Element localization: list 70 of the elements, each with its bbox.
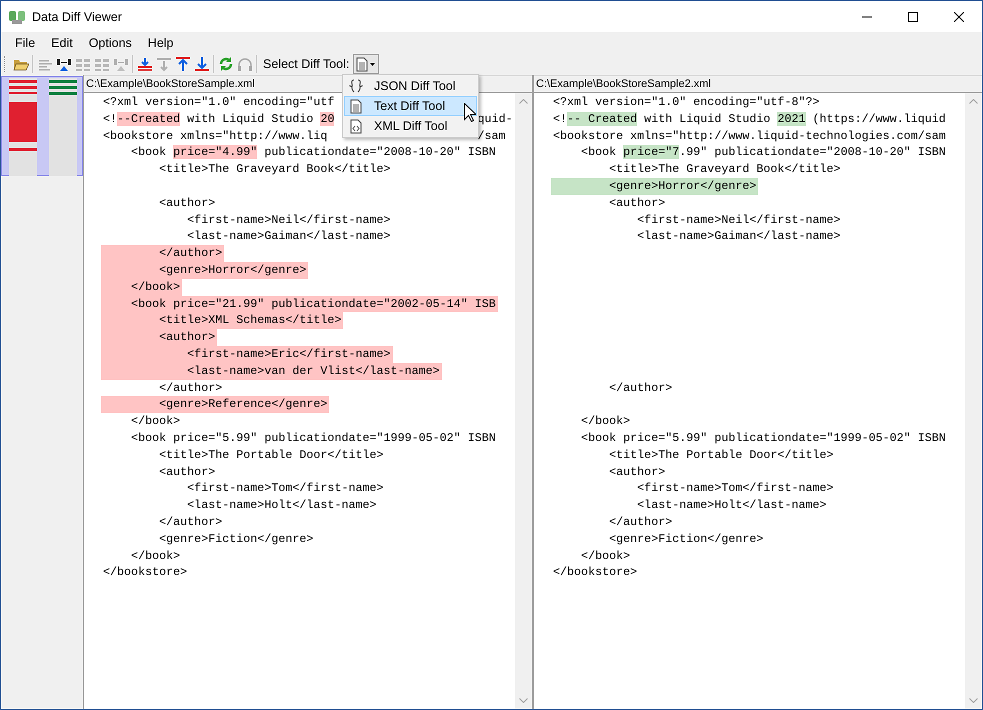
window-title: Data Diff Viewer bbox=[32, 10, 122, 24]
document-icon bbox=[356, 56, 368, 72]
menu-item[interactable]: File bbox=[7, 36, 44, 50]
code-line: <first-name>Neil</first-name> bbox=[636, 212, 842, 228]
code-line: <?xml version="1.0" encoding="utf-8"?> bbox=[552, 94, 821, 111]
code-line: <first-name>Tom</first-name> bbox=[636, 480, 835, 498]
headphones-icon bbox=[236, 56, 252, 72]
code-line: <title>The Portable Door</title> bbox=[158, 446, 385, 464]
code-line: <book price="7.99" publicationdate="2008-10-20" ISBN bbox=[580, 144, 947, 162]
code-line: </book> bbox=[580, 413, 632, 430]
code-line: </bookstore> bbox=[552, 564, 638, 582]
caret-icon bbox=[370, 62, 376, 66]
code-line: <!-- Created with Liquid Studio 2021 (https://www.liquid bbox=[552, 110, 947, 128]
code-line: <last-name>Holt</last-name> bbox=[636, 497, 828, 514]
menu-item[interactable]: Edit bbox=[43, 36, 81, 50]
mouse-cursor-icon bbox=[464, 103, 476, 122]
code-line: <author> bbox=[158, 464, 216, 480]
menu-option[interactable]: Text Diff Tool bbox=[344, 96, 477, 116]
diff-tool-dropdown[interactable] bbox=[353, 54, 380, 74]
code-line: <genre>Fiction</genre> bbox=[608, 530, 764, 548]
code-line: </book> bbox=[130, 548, 182, 564]
close-icon bbox=[954, 12, 964, 22]
code-line: <author> bbox=[158, 194, 216, 212]
menu-option[interactable]: JSON Diff Tool bbox=[344, 76, 477, 96]
code-line: <author> bbox=[608, 194, 666, 212]
code-line: <title>The Graveyard Book</title> bbox=[158, 161, 392, 178]
code-line: <author> bbox=[608, 464, 666, 480]
document-icon bbox=[350, 98, 362, 114]
chevron-up-icon bbox=[969, 99, 978, 104]
code-line: </bookstore> bbox=[102, 564, 188, 582]
code-line: <genre>Fiction</genre> bbox=[158, 530, 314, 548]
chevron-up-icon bbox=[519, 99, 528, 104]
xy-triangle-icon bbox=[112, 56, 128, 72]
maximize-icon bbox=[908, 12, 918, 22]
code-line: <title>The Portable Door</title> bbox=[608, 446, 835, 464]
code-line: <last-name>Holt</last-name> bbox=[186, 497, 378, 514]
menu-option[interactable]: XML Diff Tool bbox=[344, 116, 477, 136]
grid-icon bbox=[94, 56, 110, 72]
code-line: <book price="5.99" publicationdate="1999-05-02" ISBN bbox=[130, 430, 497, 447]
menu-item[interactable]: Options bbox=[80, 36, 140, 50]
code-line: </book> bbox=[130, 413, 182, 430]
chevron-down-icon bbox=[969, 698, 978, 703]
file-path-header: C:\Example\BookStoreSample2.xml bbox=[534, 75, 982, 93]
code-line: <first-name>Tom</first-name> bbox=[186, 480, 385, 498]
code-line: <bookstore xmlns="http://www.liquid-technologies.com/sam bbox=[552, 128, 947, 144]
code-line: </author> bbox=[608, 514, 674, 531]
arrow-down-bar-icon bbox=[136, 56, 152, 72]
code-line: </book> bbox=[580, 548, 632, 564]
grid-icon bbox=[74, 56, 90, 72]
refresh-icon bbox=[218, 56, 234, 72]
code-line: <first-name>Neil</first-name> bbox=[186, 212, 392, 228]
code-document-icon bbox=[350, 118, 362, 134]
app-logo-icon bbox=[8, 8, 26, 24]
xy-triangle-icon bbox=[56, 56, 72, 72]
code-line: <?xml version="1.0" encoding="utf bbox=[102, 94, 336, 111]
chevron-down-icon bbox=[519, 698, 528, 703]
code-line: <last-name>Gaiman</last-name> bbox=[186, 228, 392, 246]
code-line: <title>The Graveyard Book</title> bbox=[608, 161, 842, 178]
code-line: </author> bbox=[158, 514, 224, 531]
code-line: </author> bbox=[158, 380, 224, 396]
arrow-up-bar-icon bbox=[174, 56, 190, 72]
arrow-down-bar-icon bbox=[194, 56, 210, 72]
code-line: </author> bbox=[608, 380, 674, 396]
code-line: <last-name>Gaiman</last-name> bbox=[636, 228, 842, 246]
braces-icon bbox=[349, 78, 363, 94]
toolbar-label: Select Diff Tool: bbox=[263, 57, 350, 71]
code-line: <book price="4.99" publicationdate="2008-10-20" ISBN bbox=[130, 144, 497, 162]
menu-item[interactable]: Help bbox=[140, 36, 182, 50]
arrow-down-bar-icon bbox=[156, 56, 172, 72]
code-line: <book price="5.99" publicationdate="1999-05-02" ISBN bbox=[580, 430, 947, 447]
